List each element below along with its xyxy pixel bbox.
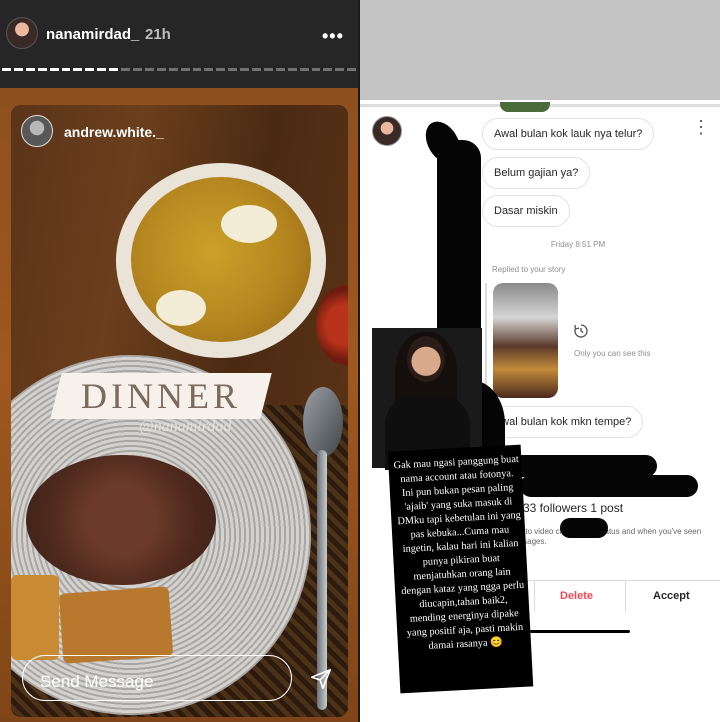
progress-segment [252,68,261,71]
message-timestamp: Friday 8:51 PM [550,240,606,249]
message-bubble: Belum gajian ya? [482,157,591,189]
reply-divider [485,283,487,398]
left-story-panel: nanamirdad_ 21h ••• andrew.white._ DINNE… [0,0,358,722]
message-bubble: Awal bulan kok mkn tempe? [482,406,644,438]
tempeh-image [11,575,59,660]
progress-segment [13,68,23,71]
more-options-icon[interactable]: ••• [322,26,344,47]
progress-segment [168,68,178,71]
request-info-text: able to video chat with ... status and w… [508,527,702,546]
progress-segment [144,68,154,71]
story-reply-thumbnail[interactable] [493,283,558,398]
only-you-label: Only you can see this [574,349,651,358]
soup-image [131,177,311,342]
egg-image [221,205,277,243]
progress-segment [37,68,47,71]
progress-segment [323,68,333,71]
send-icon[interactable] [310,668,332,690]
progress-segment [335,68,345,71]
progress-segment [132,68,142,71]
accept-button[interactable]: Accept [653,590,690,602]
dinner-sticker-text: DINNER [81,376,241,416]
shared-user-avatar[interactable] [21,115,53,147]
replied-label: Replied to your story [492,265,566,274]
user-avatar[interactable] [6,17,38,49]
redaction-scribble [560,518,608,538]
progress-segment [216,68,226,71]
send-message-placeholder: Send Message [40,672,154,691]
egg-image [156,290,206,326]
progress-segment [299,68,309,71]
progress-segment [311,68,321,71]
progress-segment [25,68,35,71]
shared-story-username[interactable]: andrew.white._ [64,124,164,140]
screenshot-top-area [360,0,720,100]
person-face [407,336,445,382]
progress-segment [192,68,202,71]
divider [534,580,535,612]
story-username[interactable]: nanamirdad_ [46,26,139,43]
progress-segment [180,68,190,71]
story-caption: Gak mau ngasi panggung buat nama account… [393,453,525,652]
progress-segment [2,68,11,71]
cropped-image-thumb [500,102,550,112]
shared-story-card[interactable]: andrew.white._ DINNER @nanamirdad [11,105,348,717]
progress-segment [61,68,71,71]
progress-segment [347,68,357,71]
story-progress-bar [0,68,358,71]
progress-segment [287,68,297,71]
delete-button[interactable]: Delete [560,590,593,602]
story-header [0,0,358,88]
followers-count: 33 followers 1 post [523,501,624,515]
progress-segment [156,68,166,71]
home-indicator [530,630,630,633]
redaction-scribble [520,475,698,497]
story-timestamp: 21h [145,26,171,43]
message-bubble: Dasar miskin [482,195,570,227]
replay-icon [574,324,588,338]
progress-segment [73,68,83,71]
message-bubble: Awal bulan kok lauk nya telur? [482,118,655,150]
progress-segment [109,68,119,71]
progress-segment [204,68,214,71]
user-avatar[interactable] [372,116,402,146]
tempeh-image [58,586,174,664]
more-options-icon[interactable]: ⋮ [692,118,710,136]
progress-segment [97,68,107,71]
rice-image [26,455,216,585]
progress-segment [263,68,273,71]
progress-segment [228,68,238,71]
progress-segment [240,68,250,71]
progress-segment [49,68,59,71]
mention-sticker[interactable]: @nanamirdad [139,418,231,436]
progress-segment [275,68,285,71]
spoon-image [303,387,343,457]
progress-segment [85,68,95,71]
divider [625,580,626,612]
progress-segment [121,68,130,71]
